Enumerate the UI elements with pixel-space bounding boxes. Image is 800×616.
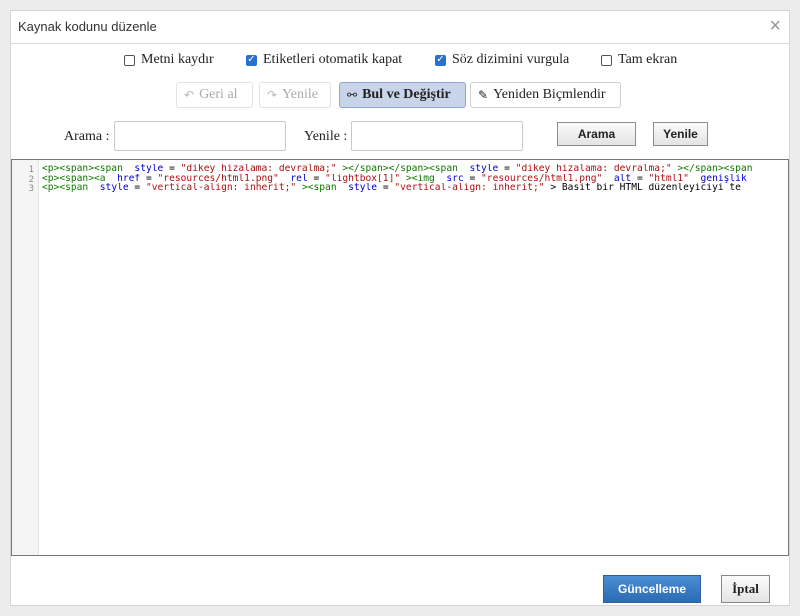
code-line[interactable]: <p><span style = "vertical-align: inheri… <box>42 183 788 193</box>
code-token: href <box>117 173 141 184</box>
options-bar: Metni kaydır ✓ Etiketleri otomatik kapat… <box>11 52 789 72</box>
dialog-titlebar: Kaynak kodunu düzenle × <box>11 11 789 44</box>
option-wrap-text[interactable]: Metni kaydır <box>124 52 214 68</box>
option-syntax-highlight[interactable]: ✓ Söz dizimini vurgula <box>435 52 569 68</box>
code-token: <p><span><span <box>42 164 135 174</box>
close-icon[interactable]: × <box>769 15 781 37</box>
code-token: "lightbox[1]" <box>325 173 401 184</box>
code-token: ></span></span><span <box>336 164 470 174</box>
checkbox[interactable] <box>124 54 135 66</box>
find-label: Arama : <box>64 129 110 144</box>
code-editor[interactable]: 1 2 3 <p><span><span style = "dikey hiza… <box>11 159 789 556</box>
checkbox[interactable]: ✓ <box>435 54 446 66</box>
code-token: style <box>469 164 499 174</box>
reformat-label: Yeniden Biçmlendir <box>493 87 606 102</box>
update-button[interactable]: Güncelleme <box>603 575 701 603</box>
code-token: "resources/html1.png" <box>157 173 279 184</box>
code-token: = <box>140 173 158 184</box>
option-auto-close-tags[interactable]: ✓ Etiketleri otomatik kapat <box>246 52 402 68</box>
code-token: alt <box>613 173 632 184</box>
option-label: Metni kaydır <box>141 52 214 67</box>
line-number-gutter: 1 2 3 <box>12 160 39 555</box>
code-token: = <box>631 173 649 184</box>
code-token: style <box>99 183 129 193</box>
undo-icon: ↶ <box>184 88 195 102</box>
code-content[interactable]: <p><span><span style = "dikey hizalama: … <box>42 164 788 193</box>
cancel-button[interactable]: İptal <box>721 575 770 603</box>
code-token: style <box>134 164 164 174</box>
code-token: "vertical-align: inherit;" <box>394 183 545 193</box>
find-input[interactable] <box>114 121 286 151</box>
code-token: rel <box>290 173 308 184</box>
code-token: = <box>463 173 482 184</box>
checkbox[interactable] <box>601 54 612 66</box>
option-label: Söz dizimini vurgula <box>452 52 570 67</box>
code-token: <p><span <box>42 183 100 193</box>
line-number: 3 <box>28 184 34 195</box>
code-line[interactable]: <p><span><span style = "dikey hizalama: … <box>42 164 788 174</box>
option-fullscreen[interactable]: Tam ekran <box>601 52 677 68</box>
code-token: ><span <box>296 183 349 193</box>
find-replace-label: Bul ve Değiştir <box>362 87 451 102</box>
replace-label: Yenile : <box>304 129 348 144</box>
replace-input[interactable] <box>351 121 523 151</box>
replace-button[interactable]: Yenile <box>653 122 708 146</box>
code-token: "dikey hizalama: devralma;" <box>180 164 337 174</box>
find-button[interactable]: Arama <box>557 122 636 146</box>
redo-icon: ↷ <box>267 88 278 102</box>
code-token: style <box>348 183 378 193</box>
option-label: Etiketleri otomatik kapat <box>263 52 403 67</box>
code-token: <p><span><a <box>42 173 118 184</box>
dialog-title: Kaynak kodunu düzenle <box>18 19 157 34</box>
code-token: = <box>307 173 326 184</box>
redo-label: Yenile <box>282 87 318 102</box>
code-token: src <box>446 173 464 184</box>
checkbox[interactable]: ✓ <box>246 54 257 66</box>
undo-button[interactable]: ↶ Geri al <box>176 82 253 108</box>
code-token: = <box>377 183 395 193</box>
binoculars-icon: ⚯ <box>347 88 358 102</box>
redo-button[interactable]: ↷ Yenile <box>259 82 331 108</box>
code-token: = <box>128 183 146 193</box>
code-token: "html1" <box>648 173 689 184</box>
find-replace-button[interactable]: ⚯ Bul ve Değiştir <box>339 82 466 108</box>
code-token: "resources/html1.png" <box>481 173 603 184</box>
line-number: 2 <box>28 174 34 185</box>
source-code-dialog: Kaynak kodunu düzenle × Metni kaydır ✓ E… <box>10 10 790 606</box>
code-token: ></span><span <box>671 164 753 174</box>
line-number: 1 <box>28 165 34 175</box>
option-label: Tam ekran <box>618 52 678 67</box>
edit-icon: ✎ <box>478 88 489 102</box>
reformat-button[interactable]: ✎ Yeniden Biçmlendir <box>470 82 621 108</box>
code-token: genişlik <box>700 173 747 184</box>
code-token: = <box>163 164 181 174</box>
code-token: "vertical-align: inherit;" <box>145 183 297 193</box>
code-token: > Basit bir HTML düzenleyiciyi te <box>544 183 741 193</box>
code-token: "dikey hizalama: devralma;" <box>515 164 672 174</box>
undo-label: Geri al <box>199 87 238 102</box>
code-line[interactable]: <p><span><a href = "resources/html1.png"… <box>42 174 788 184</box>
code-token: ><img <box>400 173 447 184</box>
code-token: = <box>498 164 516 174</box>
